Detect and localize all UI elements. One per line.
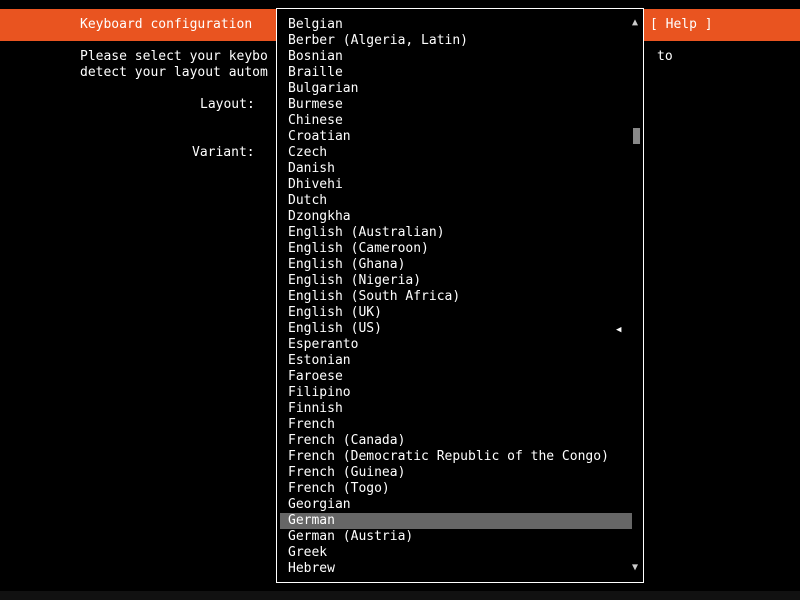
option-item[interactable]: Braille	[280, 65, 632, 81]
option-item[interactable]: Berber (Algeria, Latin)	[280, 33, 632, 49]
instruction-line-2: detect your layout autom	[80, 65, 268, 80]
option-item[interactable]: Estonian	[280, 353, 632, 369]
option-item[interactable]: German (Austria)	[280, 529, 632, 545]
option-item[interactable]: Czech	[280, 145, 632, 161]
page-title: Keyboard configuration	[80, 17, 253, 32]
option-item[interactable]: French (Democratic Republic of the Congo…	[280, 449, 632, 465]
current-selection-marker-icon: ◀	[616, 325, 622, 335]
option-item[interactable]: English (Cameroon)	[280, 241, 632, 257]
option-item[interactable]: French (Guinea)	[280, 465, 632, 481]
option-item[interactable]: Dhivehi	[280, 177, 632, 193]
option-item[interactable]: English (US)	[280, 321, 632, 337]
option-item[interactable]: Filipino	[280, 385, 632, 401]
variant-label: Variant:	[192, 145, 255, 160]
option-item[interactable]: Croatian	[280, 129, 632, 145]
option-item[interactable]: French (Canada)	[280, 433, 632, 449]
option-item[interactable]: French	[280, 417, 632, 433]
option-item[interactable]: English (Ghana)	[280, 257, 632, 273]
option-item[interactable]: Bosnian	[280, 49, 632, 65]
option-item[interactable]: Chinese	[280, 113, 632, 129]
instruction-line-1-tail: to	[657, 49, 673, 64]
scrollbar-thumb[interactable]	[633, 128, 640, 144]
option-list: Belgian Berber (Algeria, Latin) Bosnian Bra…	[280, 17, 632, 577]
instruction-line-1: Please select your keybo	[80, 49, 268, 64]
option-item[interactable]: Georgian	[280, 497, 632, 513]
option-item-selected[interactable]: German	[280, 513, 632, 529]
option-item[interactable]: Bulgarian	[280, 81, 632, 97]
option-item[interactable]: Esperanto	[280, 337, 632, 353]
option-item[interactable]: English (Nigeria)	[280, 273, 632, 289]
option-item[interactable]: English (Australian)	[280, 225, 632, 241]
option-item[interactable]: English (UK)	[280, 305, 632, 321]
option-item[interactable]: French (Togo)	[280, 481, 632, 497]
option-item[interactable]: Finnish	[280, 401, 632, 417]
scroll-up-icon[interactable]: ▲	[632, 18, 638, 28]
option-item[interactable]: Dzongkha	[280, 209, 632, 225]
option-item[interactable]: English (South Africa)	[280, 289, 632, 305]
option-item[interactable]: Belgian	[280, 17, 632, 33]
help-button[interactable]: [ Help ]	[650, 17, 713, 33]
option-item[interactable]: Danish	[280, 161, 632, 177]
option-item[interactable]: Greek	[280, 545, 632, 561]
layout-dropdown-list[interactable]: Belgian Berber (Algeria, Latin) Bosnian Bra…	[276, 8, 644, 583]
option-item[interactable]: Dutch	[280, 193, 632, 209]
option-item[interactable]: Burmese	[280, 97, 632, 113]
layout-label: Layout:	[200, 97, 255, 112]
option-item[interactable]: Hebrew	[280, 561, 632, 577]
option-item[interactable]: Faroese	[280, 369, 632, 385]
bottom-strip	[0, 591, 800, 600]
scroll-down-icon[interactable]: ▼	[632, 563, 638, 573]
